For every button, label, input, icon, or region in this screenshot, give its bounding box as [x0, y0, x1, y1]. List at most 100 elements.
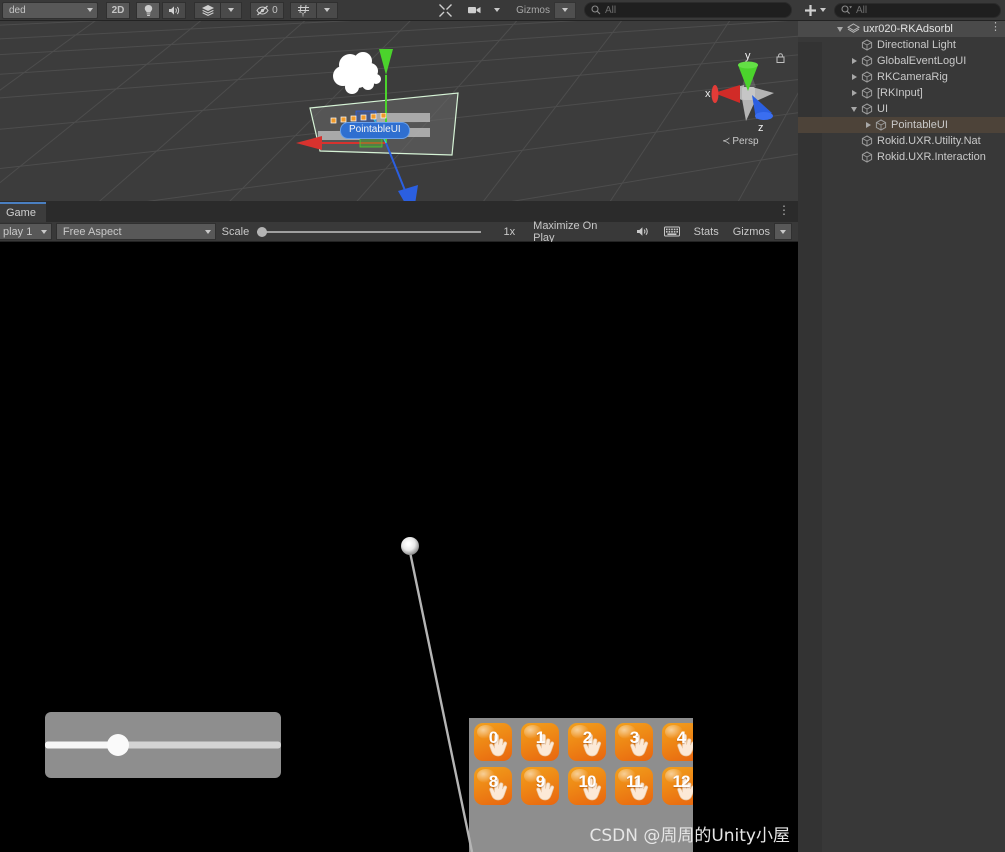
- scene-lighting-toggle[interactable]: [136, 1, 160, 19]
- scene-gizmos-label: Gizmos: [516, 4, 550, 16]
- scale-slider-track[interactable]: [257, 226, 482, 237]
- hierarchy-item-pointableui[interactable]: PointableUI: [798, 117, 1005, 133]
- hierarchy-panel: All uxr020-RKAdsorbl ⋮ Directional Light Gl…: [798, 0, 1005, 852]
- gameobject-icon: [860, 71, 874, 83]
- lock-icon[interactable]: [776, 53, 785, 63]
- scene-tools-button[interactable]: [432, 2, 458, 19]
- display-dropdown[interactable]: play 1: [0, 223, 52, 240]
- app-icon-3[interactable]: 3: [615, 723, 653, 761]
- scene-gizmos-dropdown[interactable]: [554, 1, 576, 19]
- grid-snapping-toggle[interactable]: Y: [290, 1, 316, 19]
- foldout-toggle[interactable]: [848, 74, 860, 80]
- app-icon-0[interactable]: 0: [474, 723, 512, 761]
- grid-snap-dropdown[interactable]: [316, 1, 338, 19]
- hierarchy-search-input[interactable]: All: [834, 2, 1001, 18]
- hierarchy-item-rokid-uxr-interaction[interactable]: Rokid.UXR.Interaction: [798, 149, 1005, 165]
- gameobject-icon: [860, 135, 874, 147]
- game-gizmos-button[interactable]: Gizmos: [727, 223, 774, 240]
- foldout-toggle[interactable]: [848, 106, 860, 112]
- hierarchy-item-label: Rokid.UXR.Utility.Nat: [877, 135, 981, 147]
- kebab-menu-icon[interactable]: ⋮: [778, 204, 790, 216]
- stats-label: Stats: [693, 225, 719, 238]
- hierarchy-item-ui[interactable]: UI: [798, 101, 1005, 117]
- scene-gizmos-button[interactable]: Gizmos: [512, 2, 554, 19]
- gameobject-icon: [861, 55, 873, 67]
- scale-label: Scale: [221, 225, 250, 238]
- chevron-down-icon: [87, 8, 93, 12]
- mute-audio-icon: [636, 227, 648, 236]
- hierarchy-item-uxr020-rkadsorbl[interactable]: uxr020-RKAdsorbl ⋮: [798, 21, 1005, 37]
- icon-number-label: 8: [488, 772, 498, 791]
- scene-kebab-menu-icon[interactable]: ⋮: [990, 22, 1001, 33]
- eye-off-icon: [256, 5, 269, 15]
- hierarchy-item-directional-light[interactable]: Directional Light: [798, 37, 1005, 53]
- hierarchy-list[interactable]: uxr020-RKAdsorbl ⋮ Directional Light Global…: [798, 21, 1005, 852]
- projection-mode-label[interactable]: ≺ Persp: [722, 136, 759, 147]
- chevron-right-icon: [851, 90, 857, 96]
- lightbulb-icon: [144, 4, 152, 16]
- slider-handle[interactable]: [107, 734, 130, 756]
- hierarchy-item-rkcamerarig[interactable]: RKCameraRig: [798, 69, 1005, 85]
- gameobject-icon: [861, 71, 873, 83]
- scene-camera-button[interactable]: [462, 2, 486, 19]
- effects-icon: [201, 5, 214, 16]
- hierarchy-item-label: UI: [877, 103, 888, 115]
- aspect-ratio-dropdown[interactable]: Free Aspect: [55, 223, 216, 240]
- toggle-2d-button[interactable]: 2D: [106, 1, 130, 19]
- app-icon-10[interactable]: 10: [568, 767, 606, 805]
- hierarchy-item-globaleventlogui[interactable]: GlobalEventLogUI: [798, 53, 1005, 69]
- app-icon-4[interactable]: 4: [662, 723, 693, 761]
- foldout-toggle[interactable]: [862, 122, 874, 128]
- game-gizmos-dropdown[interactable]: [774, 223, 792, 240]
- tab-game[interactable]: Game: [0, 202, 46, 222]
- scene-fx-toggle[interactable]: [194, 1, 220, 19]
- search-icon: [591, 5, 601, 15]
- hierarchy-item-label: Rokid.UXR.Interaction: [877, 151, 986, 163]
- scale-slider[interactable]: Scale 1x: [222, 223, 521, 240]
- gameobject-icon: [860, 151, 874, 163]
- add-gameobject-button[interactable]: [802, 2, 828, 19]
- hierarchy-item-label: RKCameraRig: [877, 71, 948, 83]
- foldout-toggle[interactable]: [834, 26, 846, 32]
- svg-text:Y: Y: [301, 12, 305, 17]
- hierarchy-item-rokid-uxr-utility-nat[interactable]: Rokid.UXR.Utility.Nat: [798, 133, 1005, 149]
- scene-search-placeholder: All: [605, 4, 617, 16]
- app-icon-2[interactable]: 2: [568, 723, 606, 761]
- scene-camera-icon: [467, 7, 481, 14]
- game-view[interactable]: 0 1 2 3 4 8 9 10 11 12 CSDN @周周的Unity小屋: [0, 242, 798, 852]
- app-icon-11[interactable]: 11: [615, 767, 653, 805]
- gameobject-icon: [860, 103, 874, 115]
- gameobject-icon: [861, 103, 873, 115]
- scene-fx-dropdown[interactable]: [220, 1, 242, 19]
- scene-audio-toggle[interactable]: [162, 1, 186, 19]
- maximize-on-play-button[interactable]: Maximize On Play: [527, 220, 627, 244]
- hierarchy-item-label: [RKInput]: [877, 87, 923, 99]
- scale-value-label: 1x: [503, 225, 516, 238]
- mute-audio-button[interactable]: [628, 223, 658, 240]
- chevron-down-icon: [780, 229, 786, 234]
- stats-button[interactable]: Stats: [686, 223, 727, 240]
- shading-mode-dropdown[interactable]: ded: [2, 1, 98, 19]
- hierarchy-rows: uxr020-RKAdsorbl ⋮ Directional Light Global…: [798, 21, 1005, 165]
- gameobject-icon: [861, 135, 873, 147]
- hidden-objects-count: 0: [272, 4, 278, 16]
- scale-slider-handle[interactable]: [257, 226, 268, 237]
- keyboard-input-button[interactable]: [658, 223, 686, 240]
- scene-search-input[interactable]: All: [584, 2, 792, 18]
- slider-track[interactable]: [45, 741, 281, 749]
- app-icon-1[interactable]: 1: [521, 723, 559, 761]
- icon-number-label: 9: [535, 772, 545, 791]
- app-icon-8[interactable]: 8: [474, 767, 512, 805]
- foldout-toggle[interactable]: [848, 58, 860, 64]
- gameobject-icon: [861, 39, 873, 51]
- app-icon-9[interactable]: 9: [521, 767, 559, 805]
- aspect-ratio-label: Free Aspect: [62, 225, 122, 238]
- chevron-down-icon: [228, 8, 234, 12]
- slider-top[interactable]: [45, 712, 281, 778]
- hierarchy-item--rkinput-[interactable]: [RKInput]: [798, 85, 1005, 101]
- scene-camera-dropdown[interactable]: [486, 2, 508, 19]
- hidden-objects-toggle[interactable]: 0: [250, 1, 284, 19]
- foldout-toggle[interactable]: [848, 90, 860, 96]
- scene-view[interactable]: PointableUI y x z ≺ Persp: [0, 21, 798, 201]
- app-icon-12[interactable]: 12: [662, 767, 693, 805]
